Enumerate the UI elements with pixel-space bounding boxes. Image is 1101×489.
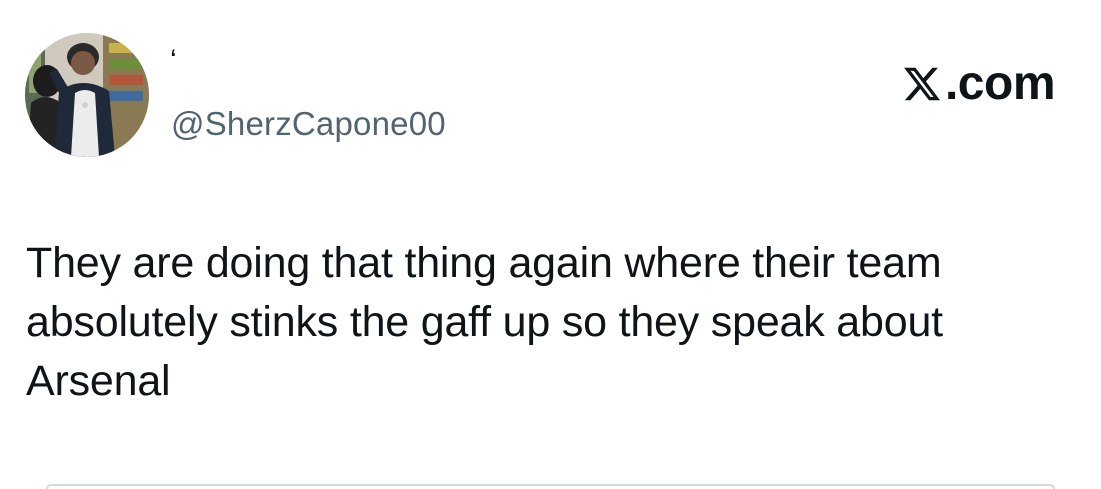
avatar-photo [25,33,149,157]
display-name[interactable]: ‘ [170,46,177,76]
user-handle[interactable]: @SherzCapone00 [171,106,446,142]
tweet-text: They are doing that thing again where th… [26,239,943,405]
x-logo-icon [904,67,941,101]
avatar[interactable] [25,33,149,157]
brand-watermark: .com [901,57,1056,110]
brand-text: .com [944,57,1056,110]
tweet-card: ‘ @SherzCapone00 .com They are doing tha… [0,0,1101,489]
